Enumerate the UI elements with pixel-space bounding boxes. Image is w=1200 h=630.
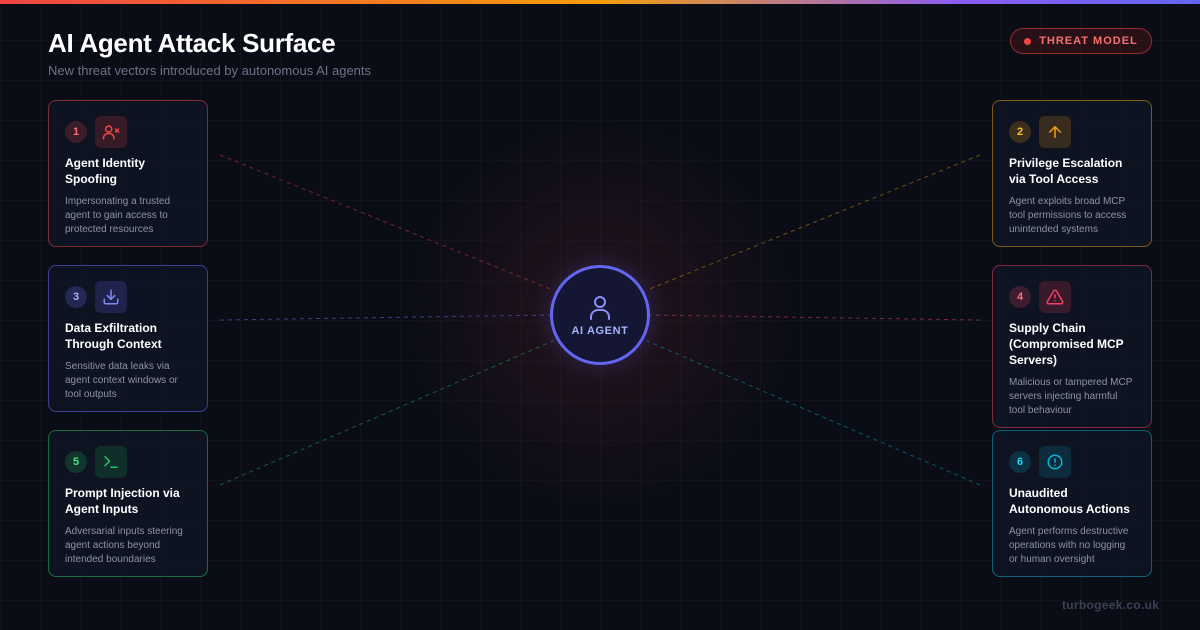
threat-title: Supply Chain (Compromised MCP Servers) [1009, 321, 1124, 367]
user-icon [590, 295, 610, 320]
connector-line-5 [219, 339, 556, 486]
hub-label: AI AGENT [571, 324, 629, 337]
threat-title: Data Exfiltration Through Context [65, 321, 162, 351]
threat-number-badge: 4 [1009, 286, 1031, 308]
threat-number-badge: 3 [65, 286, 87, 308]
threat-card-1: 1 Agent Identity Spoofing Impersonating … [48, 100, 208, 247]
threat-description: Sensitive data leaks via agent context w… [65, 361, 178, 400]
threat-description: Agent exploits broad MCP tool permission… [1009, 196, 1127, 235]
threat-title: Privilege Escalation via Tool Access [1009, 156, 1123, 186]
threat-number-badge: 2 [1009, 121, 1031, 143]
connector-line-1 [219, 154, 554, 291]
connector-line-3 [219, 314, 551, 321]
terminal-icon [95, 446, 127, 478]
threat-title: Unaudited Autonomous Actions [1009, 486, 1130, 516]
threat-card-2: 2 Privilege Escalation via Tool Access A… [992, 100, 1152, 247]
threat-number-badge: 6 [1009, 451, 1031, 473]
user-x-icon [95, 116, 127, 148]
threat-description: Malicious or tampered MCP servers inject… [1009, 377, 1133, 416]
threat-number-badge: 1 [65, 121, 87, 143]
threat-title: Prompt Injection via Agent Inputs [65, 486, 180, 516]
threat-number-badge: 5 [65, 451, 87, 473]
connector-line-6 [644, 339, 981, 486]
threat-card-5: 5 Prompt Injection via Agent Inputs Adve… [48, 430, 208, 577]
footer-site-link[interactable]: turbogeek.co.uk [1062, 598, 1159, 612]
threat-title: Agent Identity Spoofing [65, 156, 145, 186]
connector-line-2 [646, 154, 981, 291]
warning-icon [1039, 281, 1071, 313]
threat-description: Impersonating a trusted agent to gain ac… [65, 196, 171, 235]
ai-agent-hub: AI AGENT [550, 265, 650, 365]
threat-description: Agent performs destructive operations wi… [1009, 526, 1129, 565]
threat-description: Adversarial inputs steering agent action… [65, 526, 183, 565]
arrow-up-icon [1039, 116, 1071, 148]
threat-card-6: 6 Unaudited Autonomous Actions Agent per… [992, 430, 1152, 577]
alert-circle-icon [1039, 446, 1071, 478]
download-icon [95, 281, 127, 313]
threat-card-4: 4 Supply Chain (Compromised MCP Servers)… [992, 265, 1152, 428]
threat-card-3: 3 Data Exfiltration Through Context Sens… [48, 265, 208, 412]
connector-line-4 [649, 314, 981, 321]
